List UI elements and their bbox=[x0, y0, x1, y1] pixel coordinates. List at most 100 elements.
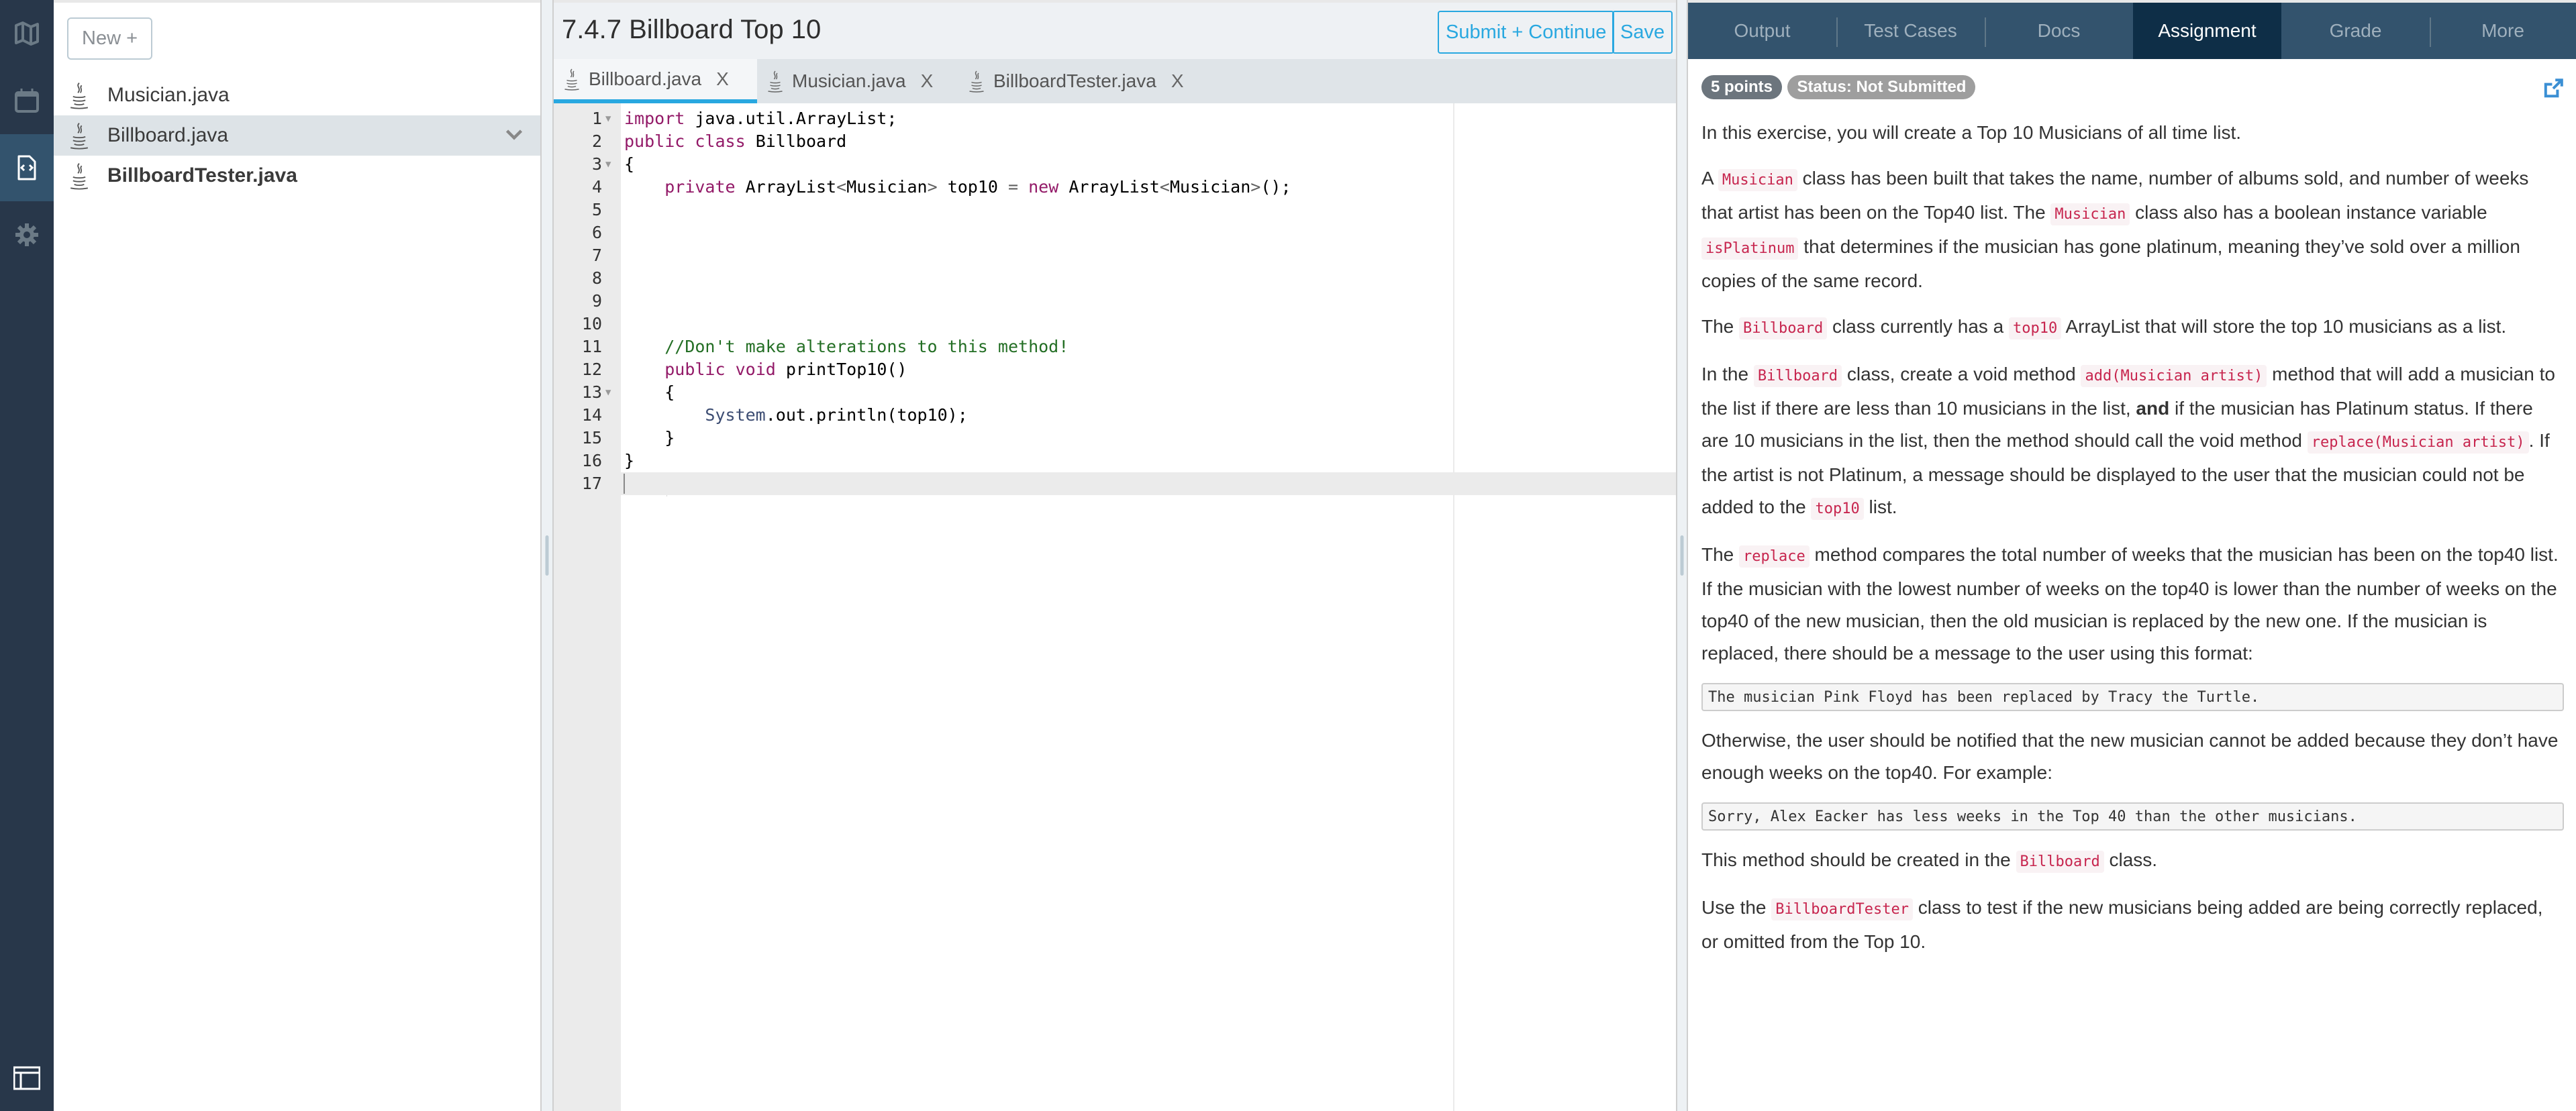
file-name: BillboardTester.java bbox=[107, 164, 297, 187]
inline-code: top10 bbox=[2009, 317, 2062, 339]
code-line[interactable]: 8 bbox=[554, 267, 1676, 290]
java-icon bbox=[70, 123, 89, 150]
line-number: 3 bbox=[591, 154, 602, 174]
tab-output[interactable]: Output bbox=[1688, 3, 1836, 59]
fold-toggle-icon[interactable]: ▼ bbox=[605, 381, 611, 404]
file-item-musician[interactable]: Musician.java bbox=[54, 75, 540, 115]
assignment-paragraph: Otherwise, the user should be notified t… bbox=[1701, 730, 2559, 783]
save-button[interactable]: Save bbox=[1612, 11, 1673, 54]
assignment-paragraph: In the Billboard class, create a void me… bbox=[1701, 358, 2564, 525]
line-number: 15 bbox=[581, 428, 602, 447]
layout-icon bbox=[13, 1066, 40, 1090]
line-number: 14 bbox=[581, 405, 602, 425]
line-number: 11 bbox=[581, 337, 602, 356]
tab-test-cases[interactable]: Test Cases bbox=[1836, 3, 1985, 59]
status-badge: Status: Not Submitted bbox=[1787, 75, 1976, 99]
code-line[interactable]: 2 public class Billboard bbox=[554, 130, 1676, 153]
code-line[interactable]: 3 ▼ { bbox=[554, 153, 1676, 176]
new-file-button[interactable]: New + bbox=[67, 17, 153, 60]
file-name: Billboard.java bbox=[107, 124, 229, 146]
java-icon bbox=[768, 70, 783, 93]
code-text: { bbox=[624, 382, 675, 402]
line-number: 7 bbox=[591, 246, 602, 265]
chevron-down-icon[interactable] bbox=[504, 125, 524, 145]
fold-toggle-icon[interactable]: ▼ bbox=[605, 153, 611, 176]
inline-code: Billboard bbox=[1739, 317, 1828, 339]
code-text: } bbox=[624, 428, 675, 447]
code-line[interactable]: 15 } bbox=[554, 427, 1676, 449]
page-title: 7.4.7 Billboard Top 10 bbox=[562, 15, 822, 44]
editor-tab-bar: Billboard.java X Musician.java X Billboa… bbox=[554, 59, 1676, 103]
assignment-content: 5 points Status: Not Submitted In this e… bbox=[1701, 75, 2564, 958]
code-line[interactable]: 14 System.out.println(top10); bbox=[554, 404, 1676, 427]
code-line[interactable]: 10 bbox=[554, 313, 1676, 335]
text-cursor bbox=[624, 474, 625, 494]
inline-code: Musician bbox=[2050, 203, 2130, 225]
line-number: 5 bbox=[591, 200, 602, 219]
line-number: 4 bbox=[591, 177, 602, 197]
code-line[interactable]: 1 ▼ import java.util.ArrayList; bbox=[554, 107, 1676, 130]
tab-billboard-tester[interactable]: BillboardTester.java X bbox=[958, 59, 1213, 103]
line-number: 12 bbox=[581, 360, 602, 379]
code-line[interactable]: 5 bbox=[554, 199, 1676, 221]
code-file-icon bbox=[17, 155, 36, 180]
assignment-body: In this exercise, you will create a Top … bbox=[1701, 117, 2564, 958]
rail-item-map[interactable] bbox=[0, 0, 54, 67]
assignment-paragraph: This method should be created in the Bil… bbox=[1701, 844, 2564, 878]
rail-item-calendar[interactable] bbox=[0, 67, 54, 134]
assignment-paragraph: A Musician class has been built that tak… bbox=[1701, 168, 2529, 291]
line-number: 9 bbox=[591, 291, 602, 311]
close-icon[interactable]: X bbox=[716, 68, 729, 90]
tab-grade[interactable]: Grade bbox=[2281, 3, 2430, 59]
code-editor[interactable]: 1 ▼ import java.util.ArrayList; 2 public cla… bbox=[554, 103, 1676, 1111]
code-text: } bbox=[624, 451, 635, 470]
code-text: private ArrayList<Musician> top10 = new … bbox=[664, 177, 1291, 197]
inline-code: Billboard bbox=[2016, 851, 2104, 873]
code-line[interactable]: 13 ▼ { bbox=[554, 381, 1676, 404]
tab-docs[interactable]: Docs bbox=[1985, 3, 2133, 59]
rail-item-settings[interactable] bbox=[0, 201, 54, 268]
inline-code: add(Musician artist) bbox=[2081, 365, 2267, 387]
fold-toggle-icon[interactable]: ▼ bbox=[605, 107, 611, 130]
rail-item-layout[interactable] bbox=[0, 1044, 54, 1111]
title-bar: 7.4.7 Billboard Top 10 Submit + Continue… bbox=[554, 0, 1676, 59]
close-icon[interactable]: X bbox=[921, 70, 934, 92]
calendar-icon bbox=[15, 89, 39, 113]
code-line[interactable]: 12 public void printTop10() bbox=[554, 358, 1676, 381]
java-icon bbox=[564, 68, 579, 91]
close-icon[interactable]: X bbox=[1171, 70, 1184, 92]
editor-resize-handle[interactable] bbox=[1676, 0, 1688, 1111]
line-number: 13 bbox=[581, 382, 602, 402]
line-number: 6 bbox=[591, 223, 602, 242]
tab-label: Musician.java bbox=[792, 70, 906, 91]
bold-text: and bbox=[2136, 398, 2170, 419]
points-badge: 5 points bbox=[1701, 75, 1783, 99]
right-tab-bar: Output Test Cases Docs Assignment Grade … bbox=[1688, 0, 2576, 59]
inline-code: Billboard bbox=[1753, 365, 1842, 387]
map-icon bbox=[15, 21, 39, 46]
rail-item-code[interactable] bbox=[0, 134, 54, 201]
code-line[interactable]: 4 private ArrayList<Musician> top10 = ne… bbox=[554, 176, 1676, 199]
code-line[interactable]: 17 bbox=[554, 472, 1676, 495]
code-line[interactable]: 6 bbox=[554, 221, 1676, 244]
tab-billboard[interactable]: Billboard.java X bbox=[554, 59, 757, 103]
tab-musician[interactable]: Musician.java X bbox=[757, 59, 958, 103]
file-item-billboard[interactable]: Billboard.java bbox=[54, 115, 540, 156]
code-line[interactable]: 16} bbox=[554, 449, 1676, 472]
gear-icon bbox=[15, 223, 38, 246]
code-line[interactable]: 7 bbox=[554, 244, 1676, 267]
code-text: System.out.println(top10); bbox=[705, 405, 968, 425]
editor-panel: 7.4.7 Billboard Top 10 Submit + Continue… bbox=[554, 0, 1676, 1111]
external-link-icon[interactable] bbox=[2542, 78, 2564, 99]
sidebar-resize-handle[interactable] bbox=[540, 0, 554, 1111]
tab-assignment[interactable]: Assignment bbox=[2133, 3, 2281, 59]
file-name: Musician.java bbox=[107, 84, 230, 106]
java-icon bbox=[70, 83, 89, 109]
inline-code: replace bbox=[1739, 545, 1810, 568]
code-line[interactable]: 11 //Don't make alterations to this meth… bbox=[554, 335, 1676, 358]
tab-more[interactable]: More bbox=[2430, 3, 2576, 59]
code-text: { bbox=[624, 154, 635, 174]
file-item-billboard-tester[interactable]: BillboardTester.java bbox=[54, 156, 540, 196]
code-line[interactable]: 9 bbox=[554, 290, 1676, 313]
submit-continue-button[interactable]: Submit + Continue bbox=[1438, 11, 1615, 54]
